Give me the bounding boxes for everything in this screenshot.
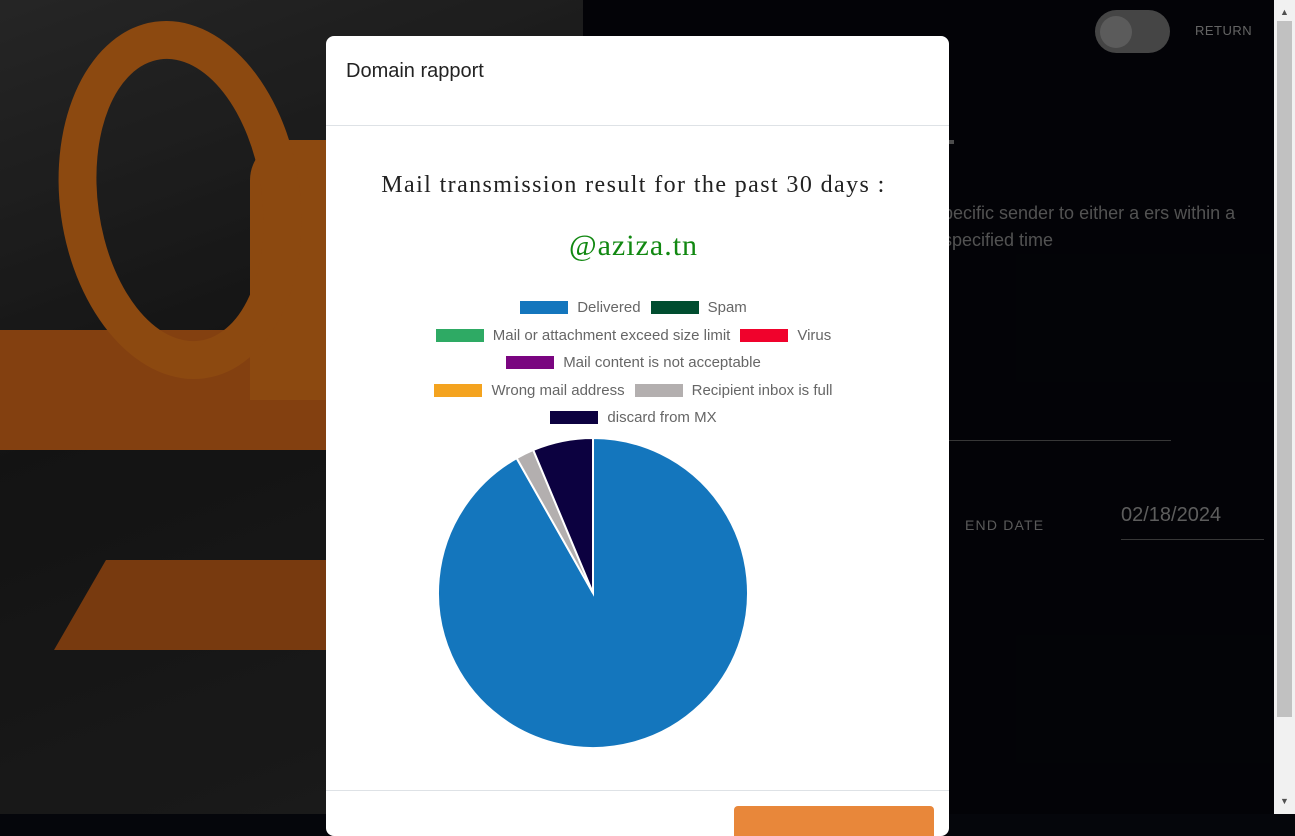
domain-report-modal: Domain rapport Mail transmission result … xyxy=(326,36,949,836)
legend-item[interactable]: Delivered xyxy=(520,299,641,317)
chart-subtitle: @aziza.tn xyxy=(568,229,699,262)
scroll-up-icon[interactable]: ▲ xyxy=(1274,4,1295,21)
legend-item[interactable]: Mail or attachment exceed size limit xyxy=(435,326,731,344)
chart-legend: Delivered Spam Mail or attachment exceed s… xyxy=(366,294,901,432)
legend-label: Virus xyxy=(797,326,832,344)
pie-chart xyxy=(437,436,749,749)
legend-item[interactable]: Spam xyxy=(650,299,747,317)
legend-swatch xyxy=(435,328,484,342)
legend-item[interactable]: Recipient inbox is full xyxy=(634,381,833,399)
legend-label: discard from MX xyxy=(607,409,717,427)
legend-row: Delivered Spam xyxy=(366,294,901,322)
legend-item[interactable]: Virus xyxy=(740,327,831,344)
legend-swatch xyxy=(520,301,569,315)
legend-label: Wrong mail address xyxy=(491,381,625,399)
chart-title: Mail transmission result for the past 30… xyxy=(381,172,886,198)
legend-label: Mail content is not acceptable xyxy=(563,354,761,372)
legend-row: Mail content is not acceptable xyxy=(366,349,901,377)
modal-header: Domain rapport xyxy=(326,36,949,126)
legend-item[interactable]: Wrong mail address xyxy=(434,381,625,399)
legend-swatch xyxy=(740,328,789,342)
scroll-down-icon[interactable]: ▼ xyxy=(1274,793,1295,810)
legend-label: Delivered xyxy=(577,299,641,317)
legend-swatch xyxy=(650,301,699,315)
legend-item[interactable]: Mail content is not acceptable xyxy=(506,354,761,371)
legend-swatch xyxy=(634,383,683,397)
legend-row: Mail or attachment exceed size limit Viru… xyxy=(366,322,901,350)
legend-row: Wrong mail address Recipient inbox is ful… xyxy=(366,377,901,405)
modal-title: Domain rapport xyxy=(346,60,484,82)
scrollbar-thumb[interactable] xyxy=(1277,21,1292,717)
legend-label: Mail or attachment exceed size limit xyxy=(492,326,731,344)
footer-button[interactable] xyxy=(734,806,934,836)
legend-item[interactable]: discard from MX xyxy=(550,409,717,427)
legend-swatch xyxy=(550,411,599,425)
page-scrollbar[interactable]: ▲ ▼ xyxy=(1274,0,1295,814)
legend-label: Spam xyxy=(707,299,747,317)
legend-swatch xyxy=(506,356,555,370)
modal-footer xyxy=(326,790,949,836)
legend-swatch xyxy=(434,383,483,397)
legend-label: Recipient inbox is full xyxy=(691,381,833,399)
